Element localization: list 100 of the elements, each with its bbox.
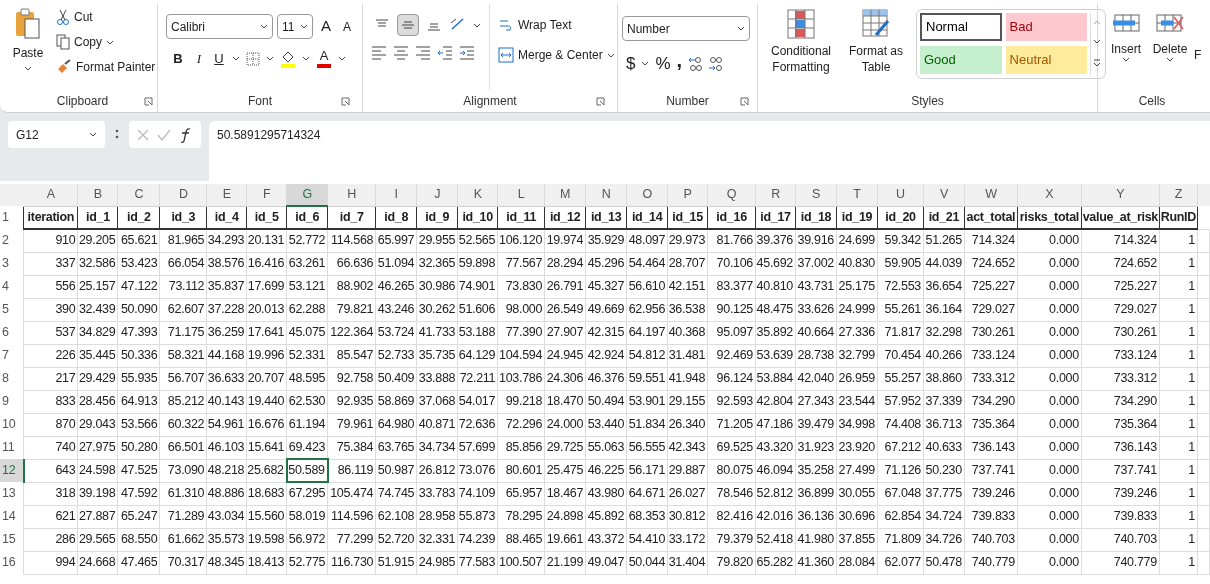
table-cell[interactable]: 85.212	[159, 390, 207, 413]
table-cell[interactable]: 50.280	[117, 436, 160, 459]
table-cell[interactable]: 739.246	[964, 482, 1018, 505]
table-cell[interactable]: 725.227	[1081, 275, 1160, 298]
table-cell[interactable]: 0.000	[1017, 252, 1082, 275]
row-header[interactable]: 14	[0, 505, 24, 528]
table-cell[interactable]: 44.039	[923, 252, 965, 275]
table-cell[interactable]: 35.837	[206, 275, 247, 298]
table-cell[interactable]: 71.817	[877, 321, 924, 344]
table-cell[interactable]: 40.664	[795, 321, 837, 344]
table-cell[interactable]: 77.567	[497, 252, 545, 275]
table-cell[interactable]: 26.791	[544, 275, 586, 298]
column-header[interactable]: G	[286, 184, 328, 206]
row-header[interactable]: 15	[0, 528, 24, 551]
table-cell[interactable]: 0.000	[1017, 229, 1082, 252]
table-cell[interactable]: 66.501	[159, 436, 207, 459]
table-cell[interactable]: 54.464	[626, 252, 668, 275]
row-header[interactable]: 12	[0, 459, 24, 482]
table-cell[interactable]: 34.293	[206, 229, 247, 252]
table-cell[interactable]: 0.000	[1017, 505, 1082, 528]
table-cell[interactable]: 92.593	[707, 390, 756, 413]
table-cell[interactable]: 994	[23, 551, 78, 574]
number-format-dropdown[interactable]: Number	[622, 16, 750, 41]
table-cell[interactable]: 29.205	[77, 229, 118, 252]
table-cell[interactable]: 0.000	[1017, 551, 1082, 574]
table-cell[interactable]: 643	[23, 459, 78, 482]
row-header[interactable]: 5	[0, 298, 24, 321]
table-cell[interactable]: 28.707	[667, 252, 708, 275]
table-cell[interactable]: 92.935	[327, 390, 376, 413]
table-cell[interactable]: 88.465	[497, 528, 545, 551]
table-cell[interactable]: 63.765	[375, 436, 417, 459]
table-cell[interactable]: 1	[1159, 551, 1198, 574]
table-cell[interactable]: 35.258	[795, 459, 837, 482]
table-cell[interactable]: 45.075	[286, 321, 328, 344]
table-cell[interactable]: 51.606	[457, 298, 498, 321]
table-cell[interactable]: 19.440	[246, 390, 287, 413]
table-cell[interactable]: 53.423	[117, 252, 160, 275]
table-cell[interactable]: 36.633	[206, 367, 247, 390]
table-cell[interactable]: 733.312	[964, 367, 1018, 390]
table-cell[interactable]: 65.997	[375, 229, 417, 252]
table-cell[interactable]: 17.699	[246, 275, 287, 298]
table-cell[interactable]: 56.171	[626, 459, 668, 482]
table-cell[interactable]: 42.016	[755, 505, 796, 528]
table-cell[interactable]: 36.136	[795, 505, 837, 528]
table-cell[interactable]: 73.076	[457, 459, 498, 482]
table-cell[interactable]: 46.376	[585, 367, 627, 390]
table-cell[interactable]: 55.063	[585, 436, 627, 459]
table-cell[interactable]: 32.799	[836, 344, 878, 367]
table-cell[interactable]: 24.000	[544, 413, 586, 436]
currency-button[interactable]: $	[626, 51, 636, 77]
table-cell[interactable]: 64.913	[117, 390, 160, 413]
table-cell[interactable]: 1	[1159, 252, 1198, 275]
table-cell[interactable]: 34.724	[923, 505, 965, 528]
row-header[interactable]: 8	[0, 367, 24, 390]
table-cell[interactable]: 59.905	[877, 252, 924, 275]
table-cell[interactable]: 729.027	[964, 298, 1018, 321]
table-cell[interactable]: 49.047	[585, 551, 627, 574]
table-cell[interactable]: 34.734	[416, 436, 458, 459]
table-cell[interactable]: 23.544	[836, 390, 878, 413]
comma-style-button[interactable]: ,	[676, 52, 683, 75]
table-cell[interactable]: 33.888	[416, 367, 458, 390]
table-cell[interactable]: 61.310	[159, 482, 207, 505]
table-cell[interactable]: 72.211	[457, 367, 498, 390]
table-cell[interactable]: 51.834	[626, 413, 668, 436]
table-cell[interactable]: 1	[1159, 505, 1198, 528]
table-cell[interactable]: 31.404	[667, 551, 708, 574]
table-cell[interactable]: 64.980	[375, 413, 417, 436]
table-cell[interactable]: 50.090	[117, 298, 160, 321]
table-cell[interactable]: 60.322	[159, 413, 207, 436]
table-cell[interactable]: 833	[23, 390, 78, 413]
table-cell[interactable]: 740	[23, 436, 78, 459]
column-header[interactable]: N	[585, 184, 627, 206]
table-cell[interactable]: 56.555	[626, 436, 668, 459]
table-cell[interactable]: 41.980	[795, 528, 837, 551]
table-cell[interactable]: 36.538	[667, 298, 708, 321]
underline-button[interactable]: U	[212, 49, 226, 69]
table-cell[interactable]: 714.324	[1081, 229, 1160, 252]
table-cell[interactable]: 50.336	[117, 344, 160, 367]
table-cell[interactable]: 17.641	[246, 321, 287, 344]
table-cell[interactable]: 43.980	[585, 482, 627, 505]
table-cell[interactable]: 73.090	[159, 459, 207, 482]
table-cell[interactable]: 52.565	[457, 229, 498, 252]
table-cell[interactable]: 740.779	[964, 551, 1018, 574]
table-cell[interactable]: 286	[23, 528, 78, 551]
table-cell[interactable]: 50.478	[923, 551, 965, 574]
table-cell[interactable]: 71.289	[159, 505, 207, 528]
middle-align-button[interactable]	[397, 14, 419, 36]
table-cell[interactable]: 79.961	[327, 413, 376, 436]
table-cell[interactable]: 734.290	[964, 390, 1018, 413]
table-cell[interactable]: 72.636	[457, 413, 498, 436]
table-cell[interactable]: 43.320	[755, 436, 796, 459]
table-cell[interactable]: 23.920	[836, 436, 878, 459]
table-cell[interactable]: 54.961	[206, 413, 247, 436]
italic-button[interactable]: I	[192, 49, 206, 69]
insert-button[interactable]: Insert	[1106, 9, 1146, 62]
table-cell[interactable]: 61.662	[159, 528, 207, 551]
table-cell[interactable]: 75.384	[327, 436, 376, 459]
table-cell[interactable]: 48.475	[755, 298, 796, 321]
table-cell[interactable]: 26.549	[544, 298, 586, 321]
table-cell[interactable]: 39.376	[755, 229, 796, 252]
